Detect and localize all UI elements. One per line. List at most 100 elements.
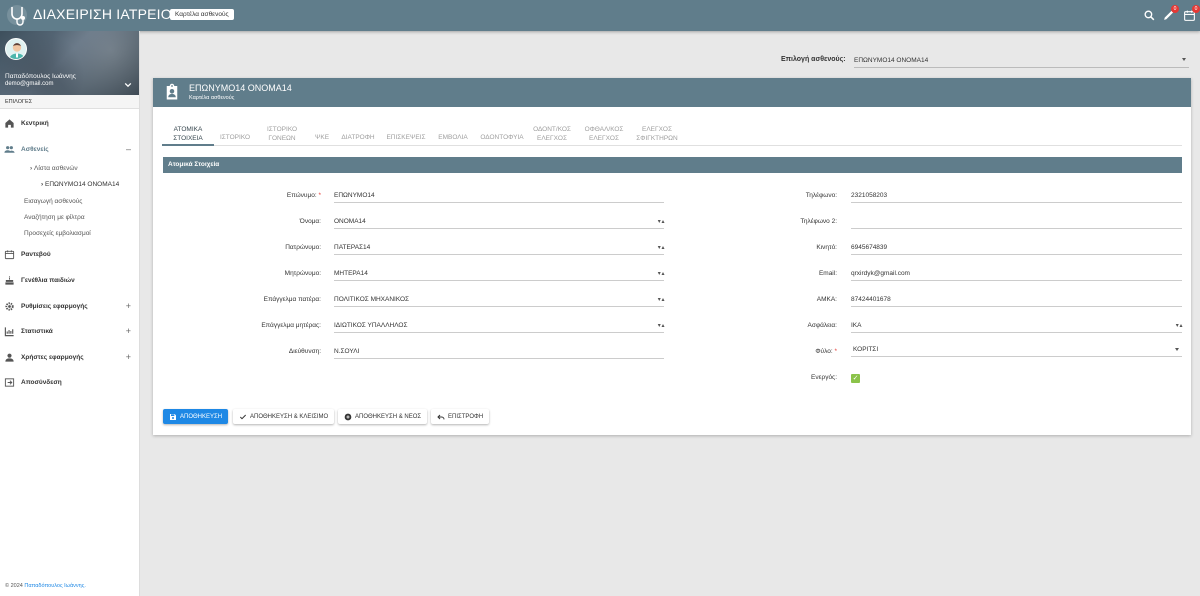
nav-app-users[interactable]: Χρήστες εφαρμογής + <box>0 347 139 367</box>
patient-select[interactable]: ΕΠΩΝΥΜΟ14 ΟΝΟΜΑ14 <box>854 54 1189 68</box>
footer: © 2024 Παπαδόπουλος Ιωάννης. <box>5 583 86 589</box>
nav-appointments[interactable]: Ραντεβού <box>0 244 139 264</box>
nav-logout[interactable]: Αποσύνδεση <box>0 372 139 392</box>
user-name: Παπαδόπουλος Ιωάννης <box>5 73 76 80</box>
tab-vaccines[interactable]: ΕΜΒΟΛΙΑ <box>437 133 469 142</box>
calendar-icon[interactable]: 0 <box>1183 5 1200 22</box>
section-label: ΕΠΙΛΟΓΕΣ <box>0 95 139 109</box>
field-label-mother-job: Επάγγελμα μητέρας: <box>261 322 321 329</box>
people-icon <box>4 145 15 153</box>
surname-input[interactable]: ΕΠΩΝΥΜΟ14 <box>334 190 664 203</box>
active-checkbox[interactable]: ✓ <box>851 374 860 383</box>
field-label-phone2: Τηλέφωνο 2: <box>800 218 837 225</box>
link-upcoming-vaccinations[interactable]: Προσεχείς εμβολιασμοί <box>24 230 91 237</box>
mother-name-select[interactable]: ΜΗΤΕΡΑ14 ▾ ▴ <box>334 268 665 281</box>
tab-personal-info[interactable]: ΑΤΟΜΙΚΑ ΣΤΟΙΧΕΙΑ <box>173 125 203 143</box>
field-label-phone: Τηλέφωνο: <box>805 192 837 199</box>
expand-icon[interactable]: + <box>126 352 131 362</box>
back-button[interactable]: ΕΠΙΣΤΡΟΦΗ <box>431 409 490 424</box>
mother-job-select[interactable]: ΙΔΙΩΤΙΚΟΣ ΥΠΑΛΛΗΛΟΣ ▾ ▴ <box>334 320 665 333</box>
check-icon <box>239 414 247 419</box>
link-search-filters[interactable]: Αναζήτηση με φίλτρα <box>24 214 85 221</box>
person-icon <box>5 353 14 362</box>
phone-input[interactable]: 2321058203 <box>851 190 1182 203</box>
save-button[interactable]: ΑΠΟΘΗΚΕΥΣΗ <box>163 409 229 424</box>
email-input[interactable]: qrxirdyk@gmail.com <box>851 268 1182 281</box>
undo-icon <box>437 414 445 419</box>
phone2-input[interactable] <box>851 216 1182 229</box>
inbox-badge: 0 <box>1192 5 1200 13</box>
nav-label: Στατιστικά <box>21 327 53 335</box>
field-label-mobile: Κινητό: <box>816 244 837 251</box>
save-new-button[interactable]: ΑΠΟΘΗΚΕΥΣΗ & ΝΕΟΣ <box>338 409 428 424</box>
expand-icon[interactable]: + <box>126 301 131 311</box>
tab-parents-history[interactable]: ΙΣΤΟΡΙΚΟ ΓΟΝΕΩΝ <box>266 125 298 143</box>
expand-icon[interactable]: + <box>126 326 131 336</box>
address-input[interactable]: Ν.ΣΟΥΛΙ <box>334 346 664 359</box>
active-tab-indicator <box>162 144 214 146</box>
dropdown-arrow-icon <box>1182 58 1186 61</box>
nav-statistics[interactable]: Στατιστικά + <box>0 321 139 341</box>
field-label-mother-name: Μητρώνυμο: <box>284 270 321 277</box>
tab-visits[interactable]: ΕΠΙΣΚΕΨΕΙΣ <box>386 133 426 142</box>
nav-settings[interactable]: Ρυθμίσεις εφαρμογής + <box>0 296 139 316</box>
field-label-amka: ΑΜΚΑ: <box>816 296 837 303</box>
insurance-select[interactable]: ΙΚΑ ▾ ▴ <box>851 320 1183 333</box>
rocket-icon[interactable]: 0 <box>1162 5 1179 22</box>
card-subtitle: Καρτέλα ασθενούς <box>189 95 235 101</box>
mobile-input[interactable]: 6945674839 <box>851 242 1182 255</box>
author-link[interactable]: Παπαδόπουλος Ιωάννης. <box>24 583 86 589</box>
logout-icon <box>4 377 15 387</box>
dropdown-arrow-icon: ▾ ▴ <box>657 323 665 329</box>
tab-history[interactable]: ΙΣΤΟΡΙΚΟ <box>219 133 251 142</box>
save-close-button[interactable]: ΑΠΟΘΗΚΕΥΣΗ & ΚΛΕΙΣΙΜΟ <box>233 409 335 424</box>
field-label-name: Όνομα: <box>299 218 321 225</box>
field-label-address: Διεύθυνση: <box>288 348 321 355</box>
field-label-surname: Επώνυμο: * <box>286 192 321 199</box>
tab-divider <box>162 145 1182 146</box>
father-job-select[interactable]: ΠΟΛΙΤΙΚΟΣ ΜΗΧΑΝΙΚΟΣ ▾ ▴ <box>334 294 665 307</box>
field-label-active: Ενεργός: <box>811 374 837 381</box>
nav-label: Κεντρική <box>21 119 49 127</box>
save-icon <box>170 413 176 420</box>
top-app-bar: ΔΙΑΧΕΙΡΙΣΗ ΙΑΤΡΕΙΟΥ Καρτέλα ασθενούς 0 0 <box>0 0 1200 31</box>
collapse-icon[interactable]: – <box>126 144 131 154</box>
cake-icon <box>5 275 14 285</box>
field-label-email: Email: <box>818 270 837 277</box>
tab-dental-check[interactable]: ΟΔΟΝΤ/ΚΟΣ ΕΛΕΓΧΟΣ <box>532 125 572 143</box>
chevron-down-icon[interactable] <box>124 81 132 89</box>
tab-sphincter-check[interactable]: ΕΛΕΓΧΟΣ ΣΦΙΓΚΤΗΡΩΝ <box>635 125 679 143</box>
sub-nav-current-patient[interactable]: › ΕΠΩΝΥΜΟ14 ΟΝΟΜΑ14 <box>41 181 119 188</box>
tab-nutrition[interactable]: ΔΙΑΤΡΟΦΗ <box>340 133 376 142</box>
section-header: Ατομικά Στοιχεία <box>163 157 1182 173</box>
card-title: ΕΠΩΝΥΜΟ14 ΟΝΟΜΑ14 <box>189 83 292 93</box>
sidebar: Παπαδόπουλος Ιωάννης demo@gmail.com ΕΠΙΛ… <box>0 31 140 596</box>
home-icon <box>5 118 14 128</box>
tab-pke[interactable]: ΨΚΕ <box>313 133 331 142</box>
nav-label: Γενέθλια παιδιών <box>21 276 75 284</box>
gear-icon <box>5 301 14 311</box>
chart-icon <box>4 326 14 336</box>
nav-patients[interactable]: Ασθενείς – <box>0 139 139 159</box>
search-icon[interactable] <box>1143 9 1156 22</box>
name-select[interactable]: ΟΝΟΜΑ14 ▾ ▴ <box>334 216 665 229</box>
stethoscope-logo-icon <box>7 5 27 26</box>
avatar[interactable] <box>5 38 27 60</box>
add-circle-icon <box>344 413 352 420</box>
page-chip[interactable]: Καρτέλα ασθενούς <box>170 9 234 20</box>
tab-eye-check[interactable]: ΟΦΘΑΛ/ΚΟΣ ΕΛΕΓΧΟΣ <box>584 125 624 143</box>
sub-nav-patient-list[interactable]: › Λίστα ασθενών <box>30 165 78 172</box>
dropdown-arrow-icon: ▾ ▴ <box>657 219 665 225</box>
nav-home[interactable]: Κεντρική <box>0 113 139 133</box>
nav-birthdays[interactable]: Γενέθλια παιδιών <box>0 270 139 290</box>
father-name-select[interactable]: ΠΑΤΕΡΑΣ14 ▾ ▴ <box>334 242 665 255</box>
tab-dentition[interactable]: ΟΔΟΝΤΟΦΥΙΑ <box>480 133 524 142</box>
dropdown-arrow-icon: ▾ ▴ <box>657 271 665 277</box>
dropdown-arrow-icon: ▾ ▴ <box>657 297 665 303</box>
nav-label: Ραντεβού <box>21 250 51 258</box>
gender-select[interactable]: ΚΟΡΙΤΣΙ <box>851 344 1182 357</box>
link-add-patient[interactable]: Εισαγωγή ασθενούς <box>24 198 82 205</box>
patient-select-label: Επιλογή ασθενούς: <box>781 56 846 63</box>
amka-input[interactable]: 87424401678 <box>851 294 1182 307</box>
dropdown-arrow-icon <box>1175 348 1179 351</box>
